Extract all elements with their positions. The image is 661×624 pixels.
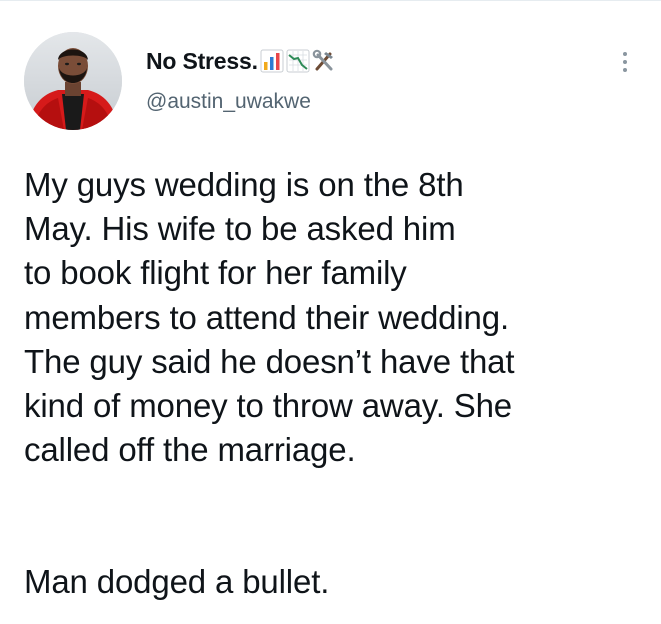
tweet-text-line: The guy said he doesn’t have that: [24, 342, 515, 380]
tweet-text-line: to book flight for her family: [24, 254, 407, 292]
more-options-dot: [623, 68, 627, 72]
tweet-text: My guys wedding is on the 8th May. His w…: [24, 163, 654, 605]
avatar[interactable]: [24, 32, 122, 130]
tweet-text-line: My guys wedding is on the 8th: [24, 166, 464, 203]
top-divider: [0, 0, 661, 1]
tweet-text-line: called off the marriage.: [24, 431, 356, 469]
chart-decreasing-emoji-icon: [286, 49, 310, 73]
tweet-card: No Stress. @austin_uwakwe My guys weddin…: [0, 0, 661, 624]
user-handle[interactable]: @austin_uwakwe: [146, 90, 311, 114]
bar-chart-emoji-icon: [260, 49, 284, 73]
tweet-text-line: members to attend their wedding.: [24, 298, 509, 336]
display-name[interactable]: No Stress.: [146, 48, 258, 75]
tweet-text-line: Man dodged a bullet.: [24, 563, 330, 601]
more-options-button[interactable]: [614, 47, 636, 77]
name-emojis: [260, 49, 338, 73]
more-options-dot: [623, 60, 627, 64]
tweet-text-line: kind of money to throw away. She: [24, 387, 513, 425]
hammer-and-wrench-emoji-icon: [312, 49, 333, 71]
display-name-row[interactable]: No Stress.: [146, 46, 338, 76]
avatar-image: [24, 32, 122, 130]
more-options-vertical-icon: [623, 52, 627, 56]
tweet-text-line: May. His wife to be asked him: [24, 210, 456, 248]
